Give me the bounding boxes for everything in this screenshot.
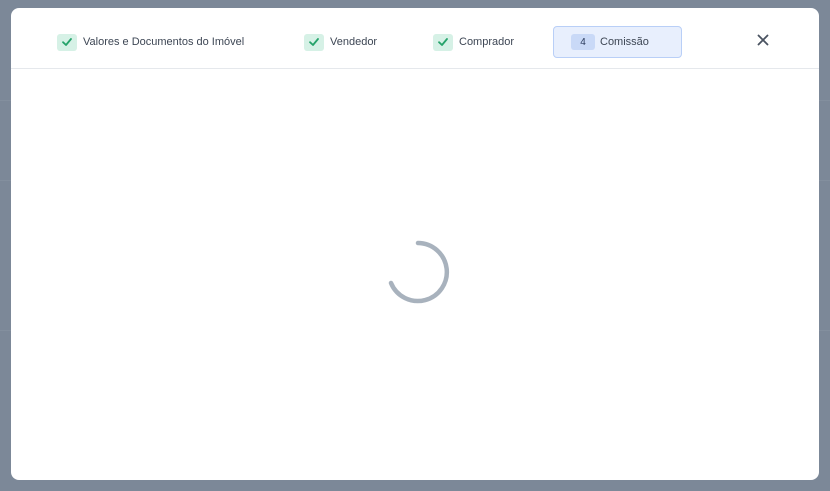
step-comprador[interactable]: Comprador <box>433 26 514 58</box>
spinner-icon <box>383 237 453 307</box>
step-label: Valores e Documentos do Imóvel <box>83 36 245 48</box>
step-label: Vendedor <box>330 36 378 48</box>
step-label: Comprador <box>459 36 515 48</box>
check-icon <box>304 33 324 51</box>
close-icon[interactable] <box>755 32 771 48</box>
step-comissao[interactable]: 4 Comissão <box>553 26 682 58</box>
check-icon <box>433 33 453 51</box>
check-icon <box>57 33 77 51</box>
step-label: Comissão <box>600 36 649 48</box>
step-number-badge: 4 <box>571 34 595 50</box>
step-valores-documentos[interactable]: Valores e Documentos do Imóvel <box>57 26 244 58</box>
stepper: Valores e Documentos do Imóvel Vendedor … <box>11 8 819 69</box>
step-vendedor[interactable]: Vendedor <box>304 26 377 58</box>
wizard-modal: Valores e Documentos do Imóvel Vendedor … <box>11 8 819 480</box>
